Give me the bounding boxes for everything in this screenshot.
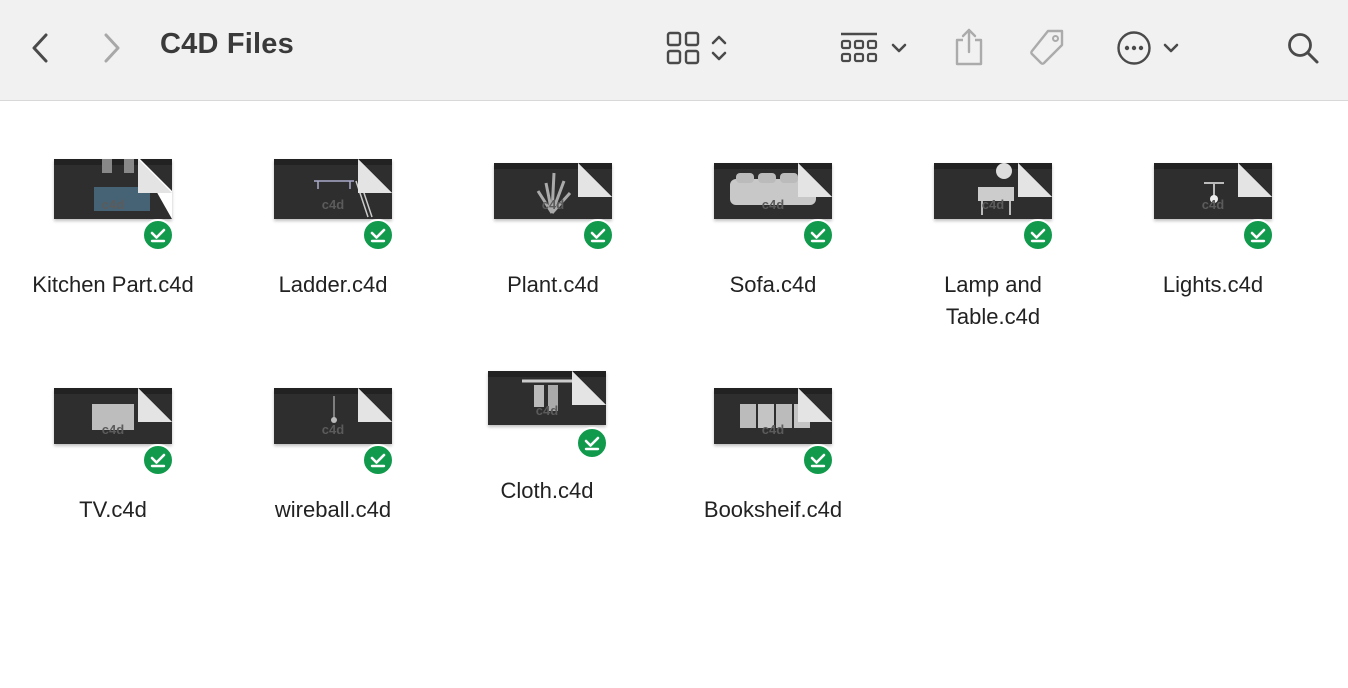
file-thumbnail: c4d (714, 388, 832, 444)
tag-icon (1030, 29, 1064, 65)
file-name: wireball.c4d (274, 497, 392, 522)
back-button[interactable] (22, 28, 58, 68)
file-name: Booksheif.c4d (703, 497, 843, 522)
file-thumbnail: c4d (54, 388, 172, 444)
search-icon (1288, 33, 1319, 64)
chevron-right-icon (104, 33, 120, 63)
file-item[interactable]: c4d Lamp and Table.c4d (883, 159, 1103, 399)
file-thumbnail: c4d (494, 163, 612, 219)
up-down-chevron-icon (711, 35, 727, 61)
file-grid: c4d Kitchen Part.c4d c4d Ladder.c4d c4d … (0, 101, 1348, 688)
file-item[interactable]: c4d Sofa.c4d (663, 159, 883, 359)
file-item[interactable]: c4d Lights.c4d (1103, 159, 1323, 359)
chevron-left-icon (32, 33, 48, 63)
file-item[interactable]: c4d Cloth.c4d (437, 371, 657, 521)
toolbar: C4D Files (0, 0, 1348, 101)
group-by-button[interactable] (836, 28, 912, 68)
chevron-down-icon (1163, 43, 1179, 53)
file-thumbnail: c4d (54, 159, 172, 219)
file-thumbnail: c4d (274, 388, 392, 444)
downloaded-status-icon (802, 444, 834, 476)
downloaded-status-icon (362, 219, 394, 251)
file-name: Lamp and Table.c4d (944, 272, 1042, 329)
file-thumbnail: c4d (934, 163, 1052, 219)
file-item[interactable]: c4d Kitchen Part.c4d (3, 159, 223, 359)
file-item[interactable]: c4d Ladder.c4d (223, 159, 443, 359)
file-name: Plant.c4d (507, 272, 599, 297)
share-icon (955, 28, 983, 66)
file-name: Ladder.c4d (278, 272, 388, 297)
downloaded-status-icon (362, 444, 394, 476)
downloaded-status-icon (582, 219, 614, 251)
file-name: TV.c4d (79, 497, 147, 522)
file-item[interactable]: c4d TV.c4d (3, 388, 223, 538)
file-thumbnail: c4d (488, 371, 606, 425)
downloaded-status-icon (1242, 219, 1274, 251)
search-button[interactable] (1282, 28, 1324, 68)
window-title: C4D Files (160, 28, 294, 60)
file-name: Kitchen Part.c4d (32, 272, 194, 297)
downloaded-status-icon (802, 219, 834, 251)
more-options-button[interactable] (1112, 28, 1184, 68)
file-name: Cloth.c4d (500, 478, 594, 503)
view-mode-button[interactable] (660, 28, 736, 68)
share-button[interactable] (948, 24, 990, 70)
tag-button[interactable] (1024, 26, 1070, 70)
file-thumbnail: c4d (714, 163, 832, 219)
file-item[interactable]: c4d wireball.c4d (223, 388, 443, 538)
file-thumbnail: c4d (1154, 163, 1272, 219)
forward-button[interactable] (94, 28, 130, 68)
downloaded-status-icon (1022, 219, 1054, 251)
chevron-down-icon (891, 43, 907, 53)
file-name: Lights.c4d (1162, 272, 1264, 297)
group-by-icon (840, 32, 878, 63)
file-item[interactable]: c4d Booksheif.c4d (663, 388, 883, 538)
file-item[interactable]: c4d Plant.c4d (443, 159, 663, 359)
grid-view-icon (666, 31, 700, 65)
downloaded-status-icon (142, 444, 174, 476)
downloaded-status-icon (142, 219, 174, 251)
more-options-icon (1117, 31, 1151, 65)
downloaded-status-icon (576, 427, 608, 459)
file-thumbnail: c4d (274, 159, 392, 219)
file-name: Sofa.c4d (729, 272, 817, 297)
